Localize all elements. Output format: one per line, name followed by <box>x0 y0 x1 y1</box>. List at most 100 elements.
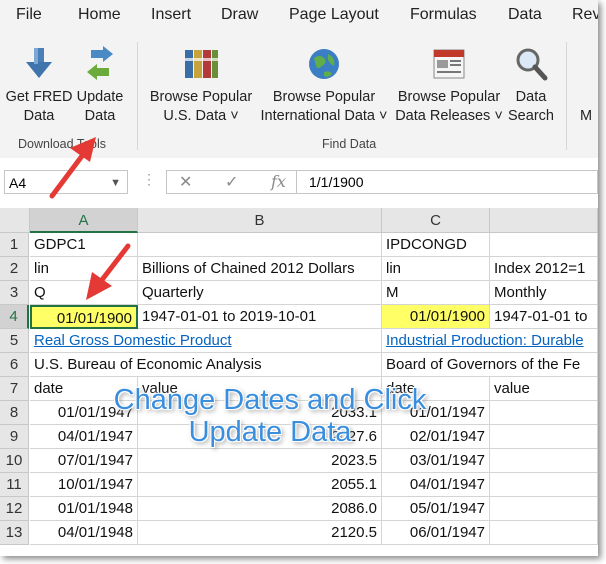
cell-c1[interactable]: IPDCONGD <box>382 233 490 257</box>
cell-c10[interactable]: 03/01/1947 <box>382 449 490 473</box>
cell-b13[interactable]: 2120.5 <box>138 521 382 545</box>
row-header[interactable]: 13 <box>0 521 29 545</box>
menu-bar: File Home Insert Draw Page Layout Formul… <box>0 0 598 36</box>
tab-draw[interactable]: Draw <box>221 6 258 24</box>
cell-b4[interactable]: 1947-01-01 to 2019-10-01 <box>138 305 382 329</box>
cell-b1[interactable] <box>138 233 382 257</box>
annotation-line-1: Change Dates and Click <box>113 384 427 416</box>
fx-icon[interactable]: fx <box>271 172 286 191</box>
refresh-arrows-icon <box>83 46 117 88</box>
cell-a12[interactable]: 01/01/1948 <box>30 497 138 521</box>
cell-d8[interactable] <box>490 401 598 425</box>
cell-d12[interactable] <box>490 497 598 521</box>
cell-d13[interactable] <box>490 521 598 545</box>
tab-formulas[interactable]: Formulas <box>410 6 477 24</box>
cell-b10[interactable]: 2023.5 <box>138 449 382 473</box>
cell-a3[interactable]: Q <box>30 281 138 305</box>
group-label-find-data: Find Data <box>322 137 377 151</box>
newspaper-icon <box>431 46 467 88</box>
cell-c3[interactable]: M <box>382 281 490 305</box>
tab-review[interactable]: Rev <box>572 6 598 24</box>
check-icon[interactable]: ✓ <box>225 172 238 192</box>
update-label-2: Data <box>84 108 116 124</box>
cell-a6[interactable]: U.S. Bureau of Economic Analysis <box>30 353 262 377</box>
browse-international-data-button[interactable]: Browse Popular International Data ˅ <box>254 40 394 136</box>
tab-home[interactable]: Home <box>78 6 121 24</box>
browse-data-releases-button[interactable]: Browse Popular Data Releases ˅ <box>394 40 504 136</box>
cell-d2[interactable]: Index 2012=1 <box>490 257 598 281</box>
cell-b3[interactable]: Quarterly <box>138 281 382 305</box>
more-button[interactable]: M <box>576 40 596 136</box>
search-label-1: Data <box>515 89 547 105</box>
cell-d7[interactable]: value <box>490 377 598 401</box>
browse-us-label-2: U.S. Data ˅ <box>163 108 239 124</box>
row-header[interactable]: 8 <box>0 401 29 425</box>
tab-page-layout[interactable]: Page Layout <box>289 6 379 24</box>
download-arrow-icon <box>24 46 54 88</box>
cell-d1[interactable] <box>490 233 598 257</box>
annotation-callout: Change Dates and Click Update Data <box>100 384 440 448</box>
column-header-a[interactable]: A <box>30 208 138 233</box>
chevron-down-icon[interactable]: ▼ <box>110 171 121 195</box>
cell-d11[interactable] <box>490 473 598 497</box>
update-label-1: Update <box>76 89 124 105</box>
row-header[interactable]: 10 <box>0 449 29 473</box>
select-all-corner[interactable] <box>0 208 30 233</box>
row-header[interactable]: 7 <box>0 377 29 401</box>
cell-c4[interactable]: 01/01/1900 <box>382 305 490 329</box>
row-header[interactable]: 1 <box>0 233 29 257</box>
cell-c13[interactable]: 06/01/1947 <box>382 521 490 545</box>
column-header-d[interactable] <box>490 208 598 233</box>
browse-releases-label-1: Browse Popular <box>397 89 501 105</box>
cell-d10[interactable] <box>490 449 598 473</box>
cell-a5[interactable]: Real Gross Domestic Product <box>30 329 232 353</box>
row-header[interactable]: 9 <box>0 425 29 449</box>
cell-b11[interactable]: 2055.1 <box>138 473 382 497</box>
tab-data[interactable]: Data <box>508 6 542 24</box>
row-header[interactable]: 12 <box>0 497 29 521</box>
cell-b2[interactable]: Billions of Chained 2012 Dollars <box>138 257 382 281</box>
column-header-c[interactable]: C <box>382 208 490 233</box>
cell-a4[interactable]: 01/01/1900 <box>30 305 138 329</box>
cell-b12[interactable]: 2086.0 <box>138 497 382 521</box>
row-header[interactable]: 5 <box>0 329 29 353</box>
name-box[interactable]: A4 ▼ <box>4 170 128 194</box>
row-header[interactable]: 3 <box>0 281 29 305</box>
formula-buttons: ✕ ✓ fx <box>166 170 296 194</box>
cell-d4[interactable]: 1947-01-01 to <box>490 305 598 329</box>
row-header[interactable]: 4 <box>0 305 29 329</box>
column-header-b[interactable]: B <box>138 208 382 233</box>
browse-intl-label-2: International Data ˅ <box>260 108 388 124</box>
get-fred-data-button[interactable]: Get FRED Data <box>4 40 74 136</box>
row-header[interactable]: 6 <box>0 353 29 377</box>
update-data-button[interactable]: Update Data <box>72 40 128 136</box>
cell-c12[interactable]: 05/01/1947 <box>382 497 490 521</box>
row-header[interactable]: 11 <box>0 473 29 497</box>
tab-insert[interactable]: Insert <box>151 6 191 24</box>
group-label-download-tools: Download Tools <box>18 137 107 151</box>
formula-bar: A4 ▼ ⋮ ✕ ✓ fx 1/1/1900 <box>0 158 598 208</box>
browse-us-data-button[interactable]: Browse Popular U.S. Data ˅ <box>146 40 256 136</box>
browse-releases-label-2: Data Releases ˅ <box>395 108 503 124</box>
cell-a11[interactable]: 10/01/1947 <box>30 473 138 497</box>
get-fred-label-1: Get FRED <box>5 89 73 105</box>
cell-a1[interactable]: GDPC1 <box>30 233 138 257</box>
browse-intl-label-1: Browse Popular <box>272 89 376 105</box>
cell-a10[interactable]: 07/01/1947 <box>30 449 138 473</box>
cell-d9[interactable] <box>490 425 598 449</box>
cell-a13[interactable]: 04/01/1948 <box>30 521 138 545</box>
cell-c6[interactable]: Board of Governors of the Fe <box>382 353 580 377</box>
excel-window: File Home Insert Draw Page Layout Formul… <box>0 0 598 556</box>
globe-icon <box>306 46 342 88</box>
tab-file[interactable]: File <box>16 6 42 24</box>
cell-d3[interactable]: Monthly <box>490 281 598 305</box>
cell-c11[interactable]: 04/01/1947 <box>382 473 490 497</box>
cancel-icon[interactable]: ✕ <box>179 172 192 192</box>
row-header[interactable]: 2 <box>0 257 29 281</box>
cell-c2[interactable]: lin <box>382 257 490 281</box>
formula-input[interactable]: 1/1/1900 <box>296 170 598 194</box>
cell-c5[interactable]: Industrial Production: Durable <box>382 329 584 353</box>
data-search-button[interactable]: Data Search <box>506 40 556 136</box>
cell-a2[interactable]: lin <box>30 257 138 281</box>
magnifier-icon <box>514 46 548 88</box>
